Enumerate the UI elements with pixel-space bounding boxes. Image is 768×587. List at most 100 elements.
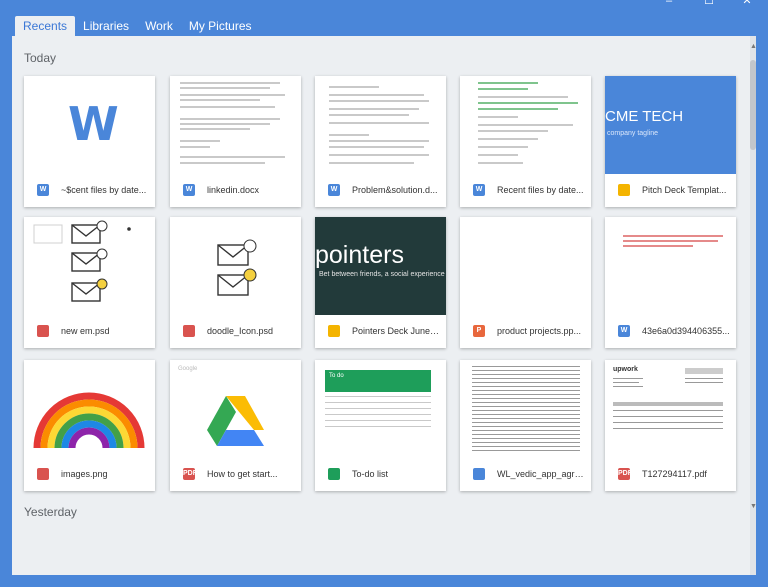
slide-title: CME TECH bbox=[605, 108, 684, 125]
upwork-logo: upwork bbox=[613, 366, 638, 373]
file-card-footer: doodle_Icon.psd bbox=[170, 315, 301, 348]
google-text: Google bbox=[178, 366, 198, 372]
word-icon: W bbox=[473, 184, 485, 196]
file-card[interactable]: P product projects.pp... bbox=[460, 217, 591, 348]
file-thumbnail bbox=[605, 217, 736, 315]
file-card-footer: W Recent files by date... bbox=[460, 174, 591, 207]
word-icon: W bbox=[328, 184, 340, 196]
image-icon bbox=[37, 468, 49, 480]
file-card-footer: PDF T127294117.pdf bbox=[605, 458, 736, 491]
file-card[interactable]: CME TECH company tagline Pitch Deck Temp… bbox=[605, 76, 736, 207]
file-card-footer: W 43e6a0d394406355... bbox=[605, 315, 736, 348]
maximize-button[interactable]: ☐ bbox=[697, 0, 721, 7]
file-thumbnail: W bbox=[24, 76, 155, 174]
file-card[interactable]: W W ~$cent files by date... bbox=[24, 76, 155, 207]
file-card-footer: PDF How to get start... bbox=[170, 458, 301, 491]
file-name: Recent files by date... bbox=[497, 185, 584, 195]
word-icon: W bbox=[618, 325, 630, 337]
minimize-button[interactable]: – bbox=[657, 0, 681, 7]
recents-panel: Today W W ~$cent files by date... W link… bbox=[12, 36, 756, 575]
tab-work[interactable]: Work bbox=[137, 16, 181, 36]
file-card-footer: W linkedin.docx bbox=[170, 174, 301, 207]
file-card-footer: Pointers Deck June ... bbox=[315, 315, 446, 348]
file-card[interactable]: new em.psd bbox=[24, 217, 155, 348]
file-name: WL_vedic_app_agre... bbox=[497, 469, 585, 479]
file-thumbnail: Google bbox=[170, 360, 301, 458]
sheets-icon bbox=[328, 468, 340, 480]
google-drive-logo-icon bbox=[207, 396, 264, 446]
file-name: Pointers Deck June ... bbox=[352, 326, 440, 336]
vertical-scrollbar[interactable]: ▲ ▼ bbox=[750, 36, 756, 575]
file-card[interactable]: W Recent files by date... bbox=[460, 76, 591, 207]
title-bar: Recents Libraries Work My Pictures – ☐ ✕ bbox=[0, 0, 768, 36]
scroll-down-icon[interactable]: ▼ bbox=[750, 503, 756, 510]
file-thumbnail: upwork bbox=[605, 360, 736, 458]
slide-subtitle: Bet between friends, a social experience bbox=[319, 271, 445, 278]
file-card-footer: W ~$cent files by date... bbox=[24, 174, 155, 207]
section-title-yesterday: Yesterday bbox=[24, 505, 77, 519]
image-icon bbox=[37, 325, 49, 337]
slide-title: pointers bbox=[315, 241, 404, 269]
file-card-footer: WL_vedic_app_agre... bbox=[460, 458, 591, 491]
file-thumbnail: CME TECH company tagline bbox=[605, 76, 736, 174]
file-card[interactable]: doodle_Icon.psd bbox=[170, 217, 301, 348]
slides-icon bbox=[328, 325, 340, 337]
file-name: 43e6a0d394406355... bbox=[642, 326, 730, 336]
file-card[interactable]: upwork PDF T127294117.pdf bbox=[605, 360, 736, 491]
file-name: ~$cent files by date... bbox=[61, 185, 147, 195]
file-thumbnail bbox=[170, 76, 301, 174]
scroll-up-icon[interactable]: ▲ bbox=[750, 43, 756, 50]
slides-icon bbox=[618, 184, 630, 196]
file-card[interactable]: W linkedin.docx bbox=[170, 76, 301, 207]
file-name: Pitch Deck Templat... bbox=[642, 185, 727, 195]
file-card[interactable]: WL_vedic_app_agre... bbox=[460, 360, 591, 491]
file-thumbnail bbox=[315, 76, 446, 174]
file-name: images.png bbox=[61, 469, 108, 479]
file-thumbnail: To do bbox=[315, 360, 446, 458]
powerpoint-icon: P bbox=[473, 325, 485, 337]
file-card[interactable]: W Problem&solution.d... bbox=[315, 76, 446, 207]
sheet-header: To do bbox=[325, 370, 431, 392]
sheet-title: To do bbox=[329, 373, 344, 379]
file-thumbnail bbox=[24, 217, 155, 315]
scrollbar-thumb[interactable] bbox=[750, 60, 756, 150]
file-card[interactable]: Google PDF How to get start... bbox=[170, 360, 301, 491]
close-button[interactable]: ✕ bbox=[735, 0, 759, 7]
file-card-footer: new em.psd bbox=[24, 315, 155, 348]
tab-libraries[interactable]: Libraries bbox=[75, 16, 137, 36]
tab-recents[interactable]: Recents bbox=[15, 16, 76, 36]
docs-icon bbox=[473, 468, 485, 480]
file-name: How to get start... bbox=[207, 469, 278, 479]
file-name: product projects.pp... bbox=[497, 326, 582, 336]
tab-my-pictures[interactable]: My Pictures bbox=[181, 16, 260, 36]
file-card[interactable]: To do To-do list bbox=[315, 360, 446, 491]
rainbow-image-icon bbox=[33, 392, 145, 449]
doodle-email-icon bbox=[217, 239, 257, 296]
file-name: doodle_Icon.psd bbox=[207, 326, 274, 336]
file-card-footer: P product projects.pp... bbox=[460, 315, 591, 348]
section-title-today: Today bbox=[24, 51, 57, 65]
file-thumbnail: pointers Bet between friends, a social e… bbox=[315, 217, 446, 315]
pdf-icon: PDF bbox=[183, 468, 195, 480]
word-icon: W bbox=[183, 184, 195, 196]
file-name: Problem&solution.d... bbox=[352, 185, 438, 195]
email-doodle-icon bbox=[33, 220, 131, 302]
file-thumbnail bbox=[460, 360, 591, 458]
file-card[interactable]: pointers Bet between friends, a social e… bbox=[315, 217, 446, 348]
word-logo-icon: W bbox=[68, 97, 119, 151]
file-name: new em.psd bbox=[61, 326, 110, 336]
file-card-footer: W Problem&solution.d... bbox=[315, 174, 446, 207]
file-name: linkedin.docx bbox=[207, 185, 260, 195]
file-thumbnail bbox=[460, 76, 591, 174]
file-thumbnail bbox=[460, 217, 591, 315]
file-card[interactable]: images.png bbox=[24, 360, 155, 491]
file-card[interactable]: W 43e6a0d394406355... bbox=[605, 217, 736, 348]
word-icon: W bbox=[37, 184, 49, 196]
file-name: T127294117.pdf bbox=[642, 469, 707, 479]
file-thumbnail bbox=[24, 360, 155, 458]
image-icon bbox=[183, 325, 195, 337]
tab-bar: Recents Libraries Work My Pictures bbox=[15, 16, 260, 36]
slide-subtitle: company tagline bbox=[607, 130, 658, 137]
pdf-icon: PDF bbox=[618, 468, 630, 480]
file-card-footer: To-do list bbox=[315, 458, 446, 491]
